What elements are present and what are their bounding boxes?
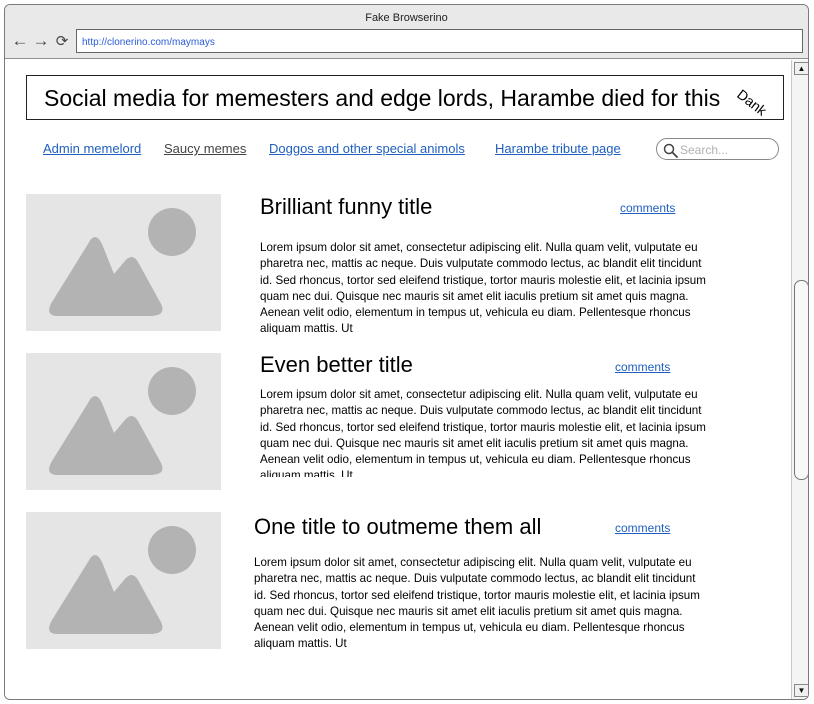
site-title: Social media for memesters and edge lord… <box>44 85 721 111</box>
nav-link-harambe-tribute[interactable]: Harambe tribute page <box>495 141 621 156</box>
post-title: One title to outmeme them all <box>254 514 542 539</box>
window-title: Fake Browserino <box>365 12 448 24</box>
image-placeholder-icon <box>49 367 196 475</box>
post-image-placeholder <box>26 512 221 649</box>
nav-link-admin-memelord[interactable]: Admin memelord <box>43 141 141 156</box>
comments-link[interactable]: comments <box>620 201 675 215</box>
vertical-scrollbar[interactable]: ▲ ▼ <box>791 60 808 699</box>
forward-arrow-icon[interactable]: → <box>32 31 50 50</box>
post-title: Brilliant funny title <box>260 194 433 219</box>
search-input[interactable] <box>680 142 773 157</box>
post-image-placeholder <box>26 194 221 331</box>
url-bar[interactable]: http://clonerino.com/maymays <box>76 29 803 53</box>
browser-toolbar: Fake Browserino ← → ⟳ http://clonerino.c… <box>5 5 808 59</box>
post-title: Even better title <box>260 352 413 377</box>
site-banner: Social media for memesters and edge lord… <box>26 75 784 120</box>
image-placeholder-icon <box>49 208 196 316</box>
image-placeholder-icon <box>49 526 196 634</box>
post-body: Lorem ipsum dolor sit amet, consectetur … <box>260 241 706 336</box>
browser-window: Fake Browserino ← → ⟳ http://clonerino.c… <box>4 4 809 700</box>
reload-icon[interactable]: ⟳ <box>53 32 71 50</box>
post-body: Lorem ipsum dolor sit amet, consectetur … <box>254 556 700 651</box>
post-image-placeholder <box>26 353 221 490</box>
comments-link[interactable]: comments <box>615 360 670 374</box>
page-viewport: Social media for memesters and edge lord… <box>5 60 791 699</box>
dank-badge: Dank <box>734 86 770 119</box>
search-box[interactable] <box>656 138 779 160</box>
scrollbar-thumb[interactable] <box>794 280 808 480</box>
back-arrow-icon[interactable]: ← <box>11 31 29 50</box>
scroll-down-arrow-icon[interactable]: ▼ <box>794 684 808 697</box>
post-body: Lorem ipsum dolor sit amet, consectetur … <box>260 388 706 477</box>
scroll-up-arrow-icon[interactable]: ▲ <box>794 62 808 75</box>
nav-link-doggos[interactable]: Doggos and other special animols <box>269 141 465 156</box>
search-icon <box>663 143 678 158</box>
nav-link-saucy-memes[interactable]: Saucy memes <box>164 141 246 156</box>
comments-link[interactable]: comments <box>615 521 670 535</box>
